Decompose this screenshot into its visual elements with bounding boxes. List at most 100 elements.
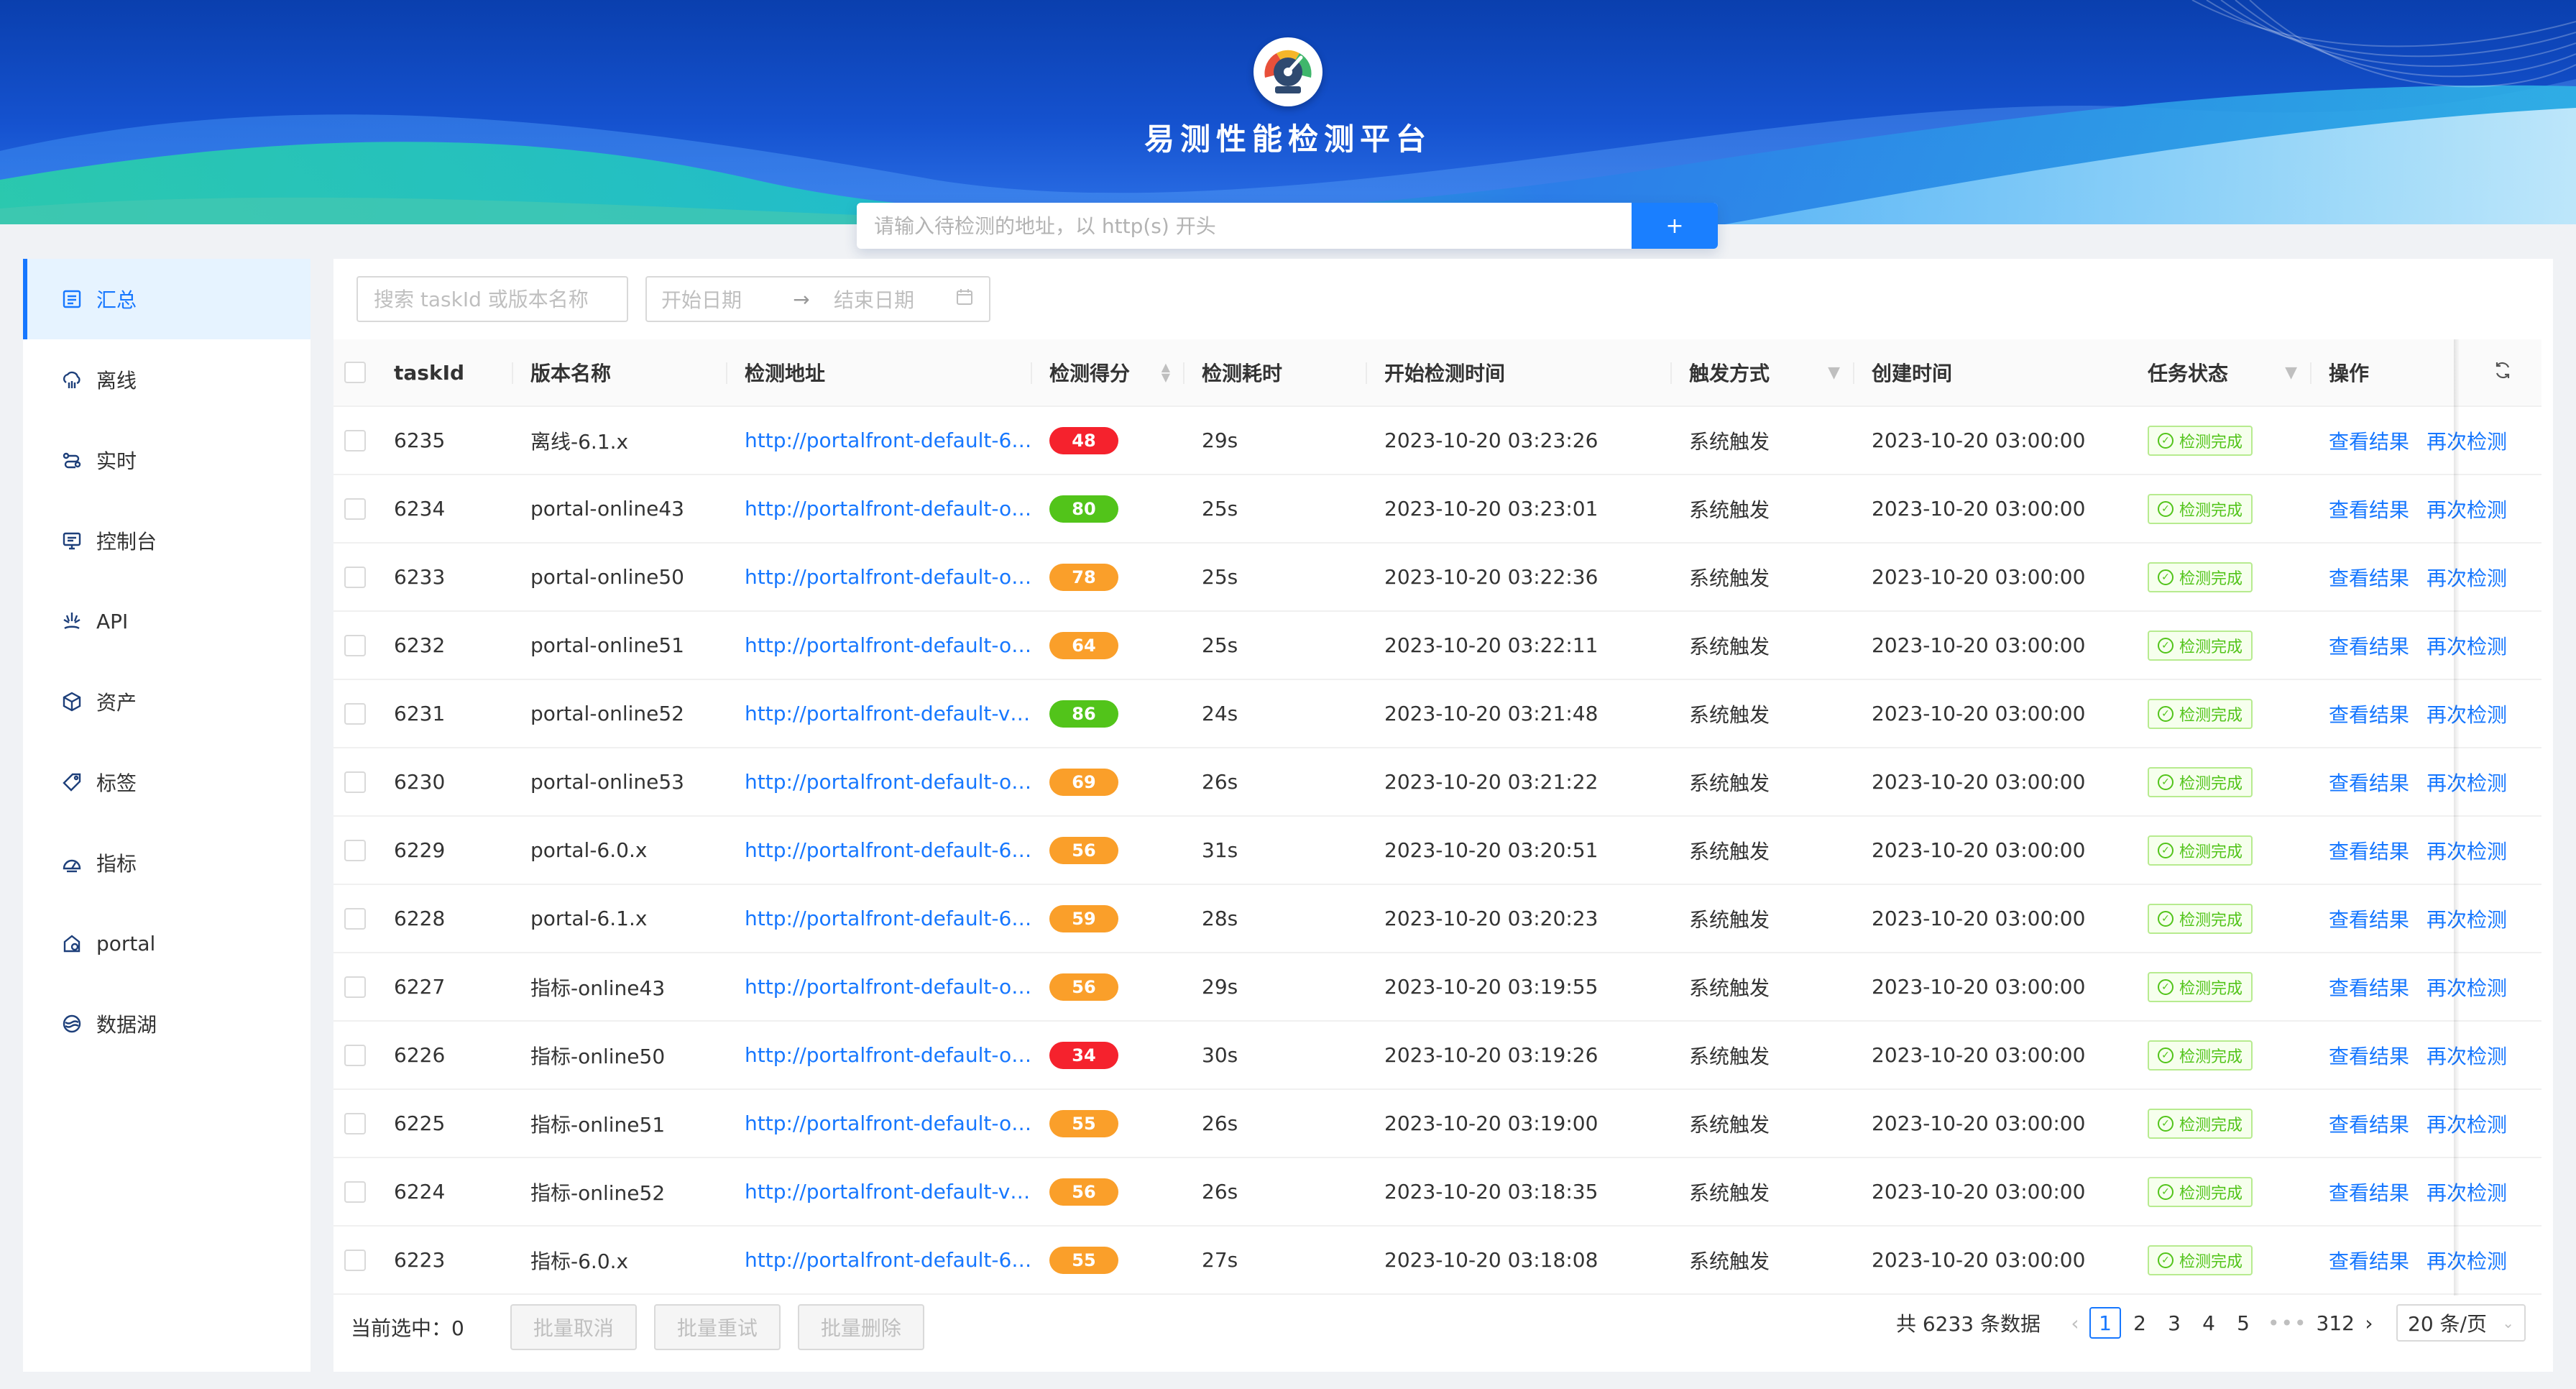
retry-detection-link[interactable]: 再次检测 <box>2426 631 2507 660</box>
next-page-icon[interactable]: › <box>2356 1311 2382 1335</box>
row-checkbox[interactable] <box>344 839 366 861</box>
detection-url-link[interactable]: http://portalfront-default-onl... <box>745 1111 1032 1135</box>
page-1[interactable]: 1 <box>2089 1307 2121 1339</box>
date-range-picker[interactable]: 开始日期 → 结束日期 <box>645 276 990 322</box>
detection-url-link[interactable]: http://portalfront-default-60... <box>745 1248 1032 1272</box>
sidebar-item-datalake[interactable]: 数据湖 <box>23 984 310 1064</box>
prev-page-icon[interactable]: ‹ <box>2062 1311 2088 1335</box>
add-detection-button[interactable]: + <box>1632 203 1718 249</box>
detection-url-link[interactable]: http://portalfront-default-onl... <box>745 565 1032 589</box>
version-name: portal-online43 <box>530 497 684 521</box>
trigger-type: 系统触发 <box>1689 634 1770 659</box>
status-text: 检测完成 <box>2179 774 2243 793</box>
date-start-field[interactable]: 开始日期 <box>661 285 776 313</box>
detection-url-link[interactable]: http://portalfront-default-61... <box>745 907 1032 930</box>
view-result-link[interactable]: 查看结果 <box>2329 1109 2409 1138</box>
sidebar-item-tag[interactable]: 标签 <box>23 742 310 822</box>
sidebar-item-offline[interactable]: 离线 <box>23 339 310 420</box>
sidebar-item-realtime[interactable]: 实时 <box>23 420 310 500</box>
url-cell: http://portalfront-default-onl... <box>727 544 1032 610</box>
row-checkbox[interactable] <box>344 1249 366 1271</box>
view-result-link[interactable]: 查看结果 <box>2329 563 2409 592</box>
detection-url-link[interactable]: http://portalfront-default-onl... <box>745 497 1032 521</box>
page-2[interactable]: 2 <box>2124 1307 2156 1339</box>
url-cell: http://portalfront-default-61... <box>727 885 1032 952</box>
row-checkbox[interactable] <box>344 702 366 725</box>
retry-detection-link[interactable]: 再次检测 <box>2426 904 2507 933</box>
col-trigger: 触发方式 ▼ <box>1672 339 1854 405</box>
detection-url-link[interactable]: http://portalfront-default-onl... <box>745 1043 1032 1067</box>
retry-detection-link[interactable]: 再次检测 <box>2426 495 2507 523</box>
view-result-link[interactable]: 查看结果 <box>2329 768 2409 797</box>
view-result-link[interactable]: 查看结果 <box>2329 1041 2409 1070</box>
view-result-link[interactable]: 查看结果 <box>2329 495 2409 523</box>
view-result-link[interactable]: 查看结果 <box>2329 973 2409 1001</box>
retry-detection-link[interactable]: 再次检测 <box>2426 973 2507 1001</box>
detection-url-link[interactable]: http://portalfront-default-onl... <box>745 975 1032 999</box>
page-3[interactable]: 3 <box>2158 1307 2190 1339</box>
date-end-field[interactable]: 结束日期 <box>827 285 954 313</box>
row-checkbox[interactable] <box>344 771 366 793</box>
retry-detection-link[interactable]: 再次检测 <box>2426 563 2507 592</box>
detection-url-link[interactable]: http://portalfront-default-v5... <box>745 702 1032 725</box>
row-checkbox[interactable] <box>344 907 366 930</box>
page-5[interactable]: 5 <box>2227 1307 2259 1339</box>
sidebar-item-summary[interactable]: 汇总 <box>23 259 310 339</box>
api-icon <box>58 607 86 636</box>
page-last[interactable]: 312 <box>2317 1307 2355 1339</box>
status-text: 检测完成 <box>2179 706 2243 725</box>
view-result-link[interactable]: 查看结果 <box>2329 700 2409 728</box>
row-checkbox[interactable] <box>344 1181 366 1203</box>
version-name: portal-online51 <box>530 633 684 657</box>
url-input[interactable] <box>857 203 1632 249</box>
view-result-link[interactable]: 查看结果 <box>2329 631 2409 660</box>
batch-cancel-button[interactable]: 批量取消 <box>510 1304 637 1350</box>
view-result-link[interactable]: 查看结果 <box>2329 426 2409 455</box>
page-4[interactable]: 4 <box>2193 1307 2225 1339</box>
view-result-link[interactable]: 查看结果 <box>2329 904 2409 933</box>
detection-url-link[interactable]: http://portalfront-default-v5... <box>745 1180 1032 1204</box>
sidebar-item-metric[interactable]: 指标 <box>23 822 310 903</box>
page-size-select[interactable]: 20 条/页 ⌄ <box>2396 1304 2526 1342</box>
row-checkbox[interactable] <box>344 976 366 998</box>
row-checkbox[interactable] <box>344 1044 366 1066</box>
refresh-icon[interactable] <box>2493 360 2513 385</box>
row-checkbox[interactable] <box>344 634 366 656</box>
row-checkbox[interactable] <box>344 429 366 451</box>
task-search-input[interactable] <box>356 276 628 322</box>
select-all-checkbox[interactable] <box>344 362 366 383</box>
sidebar-item-portal[interactable]: portal <box>23 903 310 984</box>
retry-detection-link[interactable]: 再次检测 <box>2426 426 2507 455</box>
retry-detection-link[interactable]: 再次检测 <box>2426 1041 2507 1070</box>
detection-url-link[interactable]: http://portalfront-default-onl... <box>745 770 1032 794</box>
batch-retry-button[interactable]: 批量重试 <box>653 1304 781 1350</box>
view-result-link[interactable]: 查看结果 <box>2329 836 2409 865</box>
retry-detection-link[interactable]: 再次检测 <box>2426 1246 2507 1275</box>
sidebar-item-console[interactable]: 控制台 <box>23 500 310 581</box>
retry-detection-link[interactable]: 再次检测 <box>2426 768 2507 797</box>
status-text: 检测完成 <box>2179 1116 2243 1134</box>
detection-url-link[interactable]: http://portalfront-default-61... <box>745 428 1032 452</box>
retry-detection-link[interactable]: 再次检测 <box>2426 700 2507 728</box>
filter-icon[interactable]: ▼ <box>1828 364 1840 382</box>
view-result-link[interactable]: 查看结果 <box>2329 1246 2409 1275</box>
asset-icon <box>58 687 86 716</box>
calendar-icon[interactable] <box>954 287 975 312</box>
sidebar-item-api[interactable]: API <box>23 581 310 661</box>
filter-icon[interactable]: ▼ <box>2285 364 2297 382</box>
retry-detection-link[interactable]: 再次检测 <box>2426 1109 2507 1138</box>
col-score[interactable]: 检测得分 ▲ ▼ <box>1032 339 1184 405</box>
row-checkbox[interactable] <box>344 566 366 588</box>
sidebar-item-asset[interactable]: 资产 <box>23 661 310 742</box>
sort-icon[interactable]: ▲ ▼ <box>1162 362 1170 383</box>
row-checkbox[interactable] <box>344 498 366 520</box>
retry-detection-link[interactable]: 再次检测 <box>2426 836 2507 865</box>
retry-detection-link[interactable]: 再次检测 <box>2426 1178 2507 1206</box>
more-pages-icon[interactable]: ••• <box>2260 1311 2315 1335</box>
selected-value: 0 <box>451 1316 464 1340</box>
detection-url-link[interactable]: http://portalfront-default-onl... <box>745 633 1032 657</box>
batch-delete-button[interactable]: 批量删除 <box>797 1304 924 1350</box>
detection-url-link[interactable]: http://portalfront-default-60... <box>745 838 1032 862</box>
view-result-link[interactable]: 查看结果 <box>2329 1178 2409 1206</box>
row-checkbox[interactable] <box>344 1112 366 1134</box>
